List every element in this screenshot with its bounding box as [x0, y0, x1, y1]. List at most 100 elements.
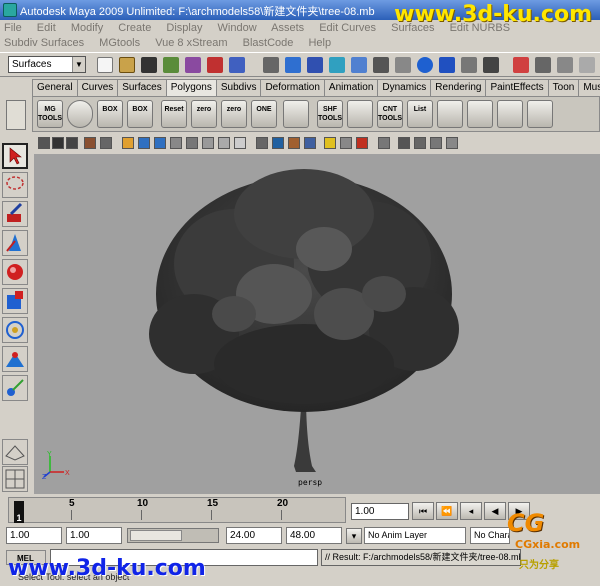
shelf-button-figure[interactable]	[497, 100, 523, 128]
paint-select-tool[interactable]	[2, 201, 28, 227]
channel-box-icon[interactable]	[557, 57, 573, 73]
prev-key-button[interactable]: ◂	[460, 502, 482, 520]
playback-end-field[interactable]: 24.00	[226, 527, 282, 544]
menu-set-dropdown[interactable]: Surfaces ▼	[8, 56, 86, 73]
lasso-tool[interactable]	[2, 172, 28, 198]
range-slider[interactable]	[127, 528, 219, 543]
camera-attributes-icon[interactable]	[52, 137, 64, 149]
open-scene-icon[interactable]	[119, 57, 135, 73]
bookmark-icon[interactable]	[66, 137, 78, 149]
menu-edit-curves[interactable]: Edit Curves	[319, 22, 376, 34]
animation-start-field[interactable]: 1.00	[6, 527, 62, 544]
tab-deformation[interactable]: Deformation	[260, 79, 325, 96]
shelf-button-zero-2[interactable]: zero	[221, 100, 247, 128]
snap-point-icon[interactable]	[307, 57, 323, 73]
shelf-button-character[interactable]	[467, 100, 493, 128]
lock-icon[interactable]	[461, 57, 477, 73]
xray-joints-icon[interactable]	[414, 137, 426, 149]
layer-editor-icon[interactable]	[579, 57, 595, 73]
menu-file[interactable]: File	[4, 22, 22, 34]
safe-action-icon[interactable]	[202, 137, 214, 149]
tab-subdivs[interactable]: Subdivs	[215, 79, 262, 96]
camera-select-icon[interactable]	[38, 137, 50, 149]
ipr-render-icon[interactable]	[395, 57, 411, 73]
shelf-button-box-2[interactable]: BOX	[127, 100, 153, 128]
use-all-lights-icon[interactable]	[324, 137, 336, 149]
grid-icon[interactable]	[122, 137, 134, 149]
high-quality-icon[interactable]	[356, 137, 368, 149]
shelf-button-help[interactable]	[527, 100, 553, 128]
tab-muscle[interactable]: Musc	[578, 79, 600, 96]
gate-mask-icon[interactable]	[170, 137, 182, 149]
go-to-start-button[interactable]: ⏮	[412, 502, 434, 520]
snap-view-icon[interactable]	[329, 57, 345, 73]
menu-assets[interactable]: Assets	[271, 22, 304, 34]
shelf-button-one[interactable]: ONE	[251, 100, 277, 128]
two-d-pan-icon[interactable]	[100, 137, 112, 149]
animation-end-field[interactable]: 48.00	[286, 527, 342, 544]
menu-edit[interactable]: Edit	[37, 22, 56, 34]
shelf-button-circle[interactable]	[67, 100, 93, 128]
hud-icon[interactable]	[234, 137, 246, 149]
render-icon[interactable]	[373, 57, 389, 73]
select-hierarchy-icon[interactable]	[163, 57, 179, 73]
select-tool[interactable]	[2, 143, 28, 169]
tab-animation[interactable]: Animation	[323, 79, 379, 96]
playback-start-field[interactable]: 1.00	[66, 527, 122, 544]
menu-blastcode[interactable]: BlastCode	[243, 37, 294, 49]
scale-tool[interactable]	[2, 288, 28, 314]
wireframe-on-shaded-icon[interactable]	[288, 137, 300, 149]
pick-mask-icon[interactable]	[229, 57, 245, 73]
isolate-select-icon[interactable]	[378, 137, 390, 149]
menu-create[interactable]: Create	[118, 22, 151, 34]
shadows-icon[interactable]	[340, 137, 352, 149]
attribute-editor-icon[interactable]	[513, 57, 529, 73]
menu-vue-xstream[interactable]: Vue 8 xStream	[155, 37, 227, 49]
menu-subdiv-surfaces[interactable]: Subdiv Surfaces	[4, 37, 84, 49]
field-chart-icon[interactable]	[186, 137, 198, 149]
snap-curve-icon[interactable]	[285, 57, 301, 73]
xray-icon[interactable]	[398, 137, 410, 149]
range-slider-thumb[interactable]	[130, 530, 182, 541]
current-frame-marker[interactable]: 1	[14, 501, 24, 523]
shelf-button-hand[interactable]	[347, 100, 373, 128]
shelf-button-mgtools[interactable]: MG TOOLS	[37, 100, 63, 128]
layout-four-pane[interactable]	[2, 466, 28, 492]
input-box-icon[interactable]	[483, 57, 499, 73]
textured-icon[interactable]	[304, 137, 316, 149]
help-icon[interactable]	[439, 57, 455, 73]
menu-edit-nurbs[interactable]: Edit NURBS	[450, 22, 511, 34]
tab-toon[interactable]: Toon	[547, 79, 580, 96]
shelf-button-zero[interactable]: zero	[191, 100, 217, 128]
safe-title-icon[interactable]	[218, 137, 230, 149]
panel-menu-icon[interactable]	[446, 137, 458, 149]
wireframe-icon[interactable]	[256, 137, 268, 149]
menu-surfaces[interactable]: Surfaces	[391, 22, 434, 34]
resolution-gate-icon[interactable]	[154, 137, 166, 149]
menu-display[interactable]: Display	[166, 22, 202, 34]
tab-polygons[interactable]: Polygons	[165, 79, 217, 96]
snap-grid-icon[interactable]	[263, 57, 279, 73]
select-object-icon[interactable]	[185, 57, 201, 73]
anim-layer-select[interactable]: No Anim Layer	[364, 527, 466, 544]
universal-manip-tool[interactable]	[2, 317, 28, 343]
tab-dynamics[interactable]: Dynamics	[377, 79, 432, 96]
backface-icon[interactable]	[430, 137, 442, 149]
shelf-button-box[interactable]: BOX	[97, 100, 123, 128]
play-back-button[interactable]: ◀	[484, 502, 506, 520]
save-scene-icon[interactable]	[141, 57, 157, 73]
menu-mgtools[interactable]: MGtools	[99, 37, 140, 49]
tab-general[interactable]: General	[32, 79, 78, 96]
shelf-button-shf-tools[interactable]: SHF TOOLS	[317, 100, 343, 128]
shelf-options-button[interactable]	[6, 100, 26, 130]
tool-settings-icon[interactable]	[535, 57, 551, 73]
shelf-button-reset[interactable]: Reset	[161, 100, 187, 128]
image-plane-icon[interactable]	[84, 137, 96, 149]
film-gate-icon[interactable]	[138, 137, 150, 149]
menu-help[interactable]: Help	[308, 37, 331, 49]
new-scene-icon[interactable]	[97, 57, 113, 73]
shelf-button-select[interactable]	[283, 100, 309, 128]
tab-painteffects[interactable]: PaintEffects	[485, 79, 549, 96]
shelf-button-cnt-tools[interactable]: CNT TOOLS	[377, 100, 403, 128]
tab-rendering[interactable]: Rendering	[430, 79, 487, 96]
